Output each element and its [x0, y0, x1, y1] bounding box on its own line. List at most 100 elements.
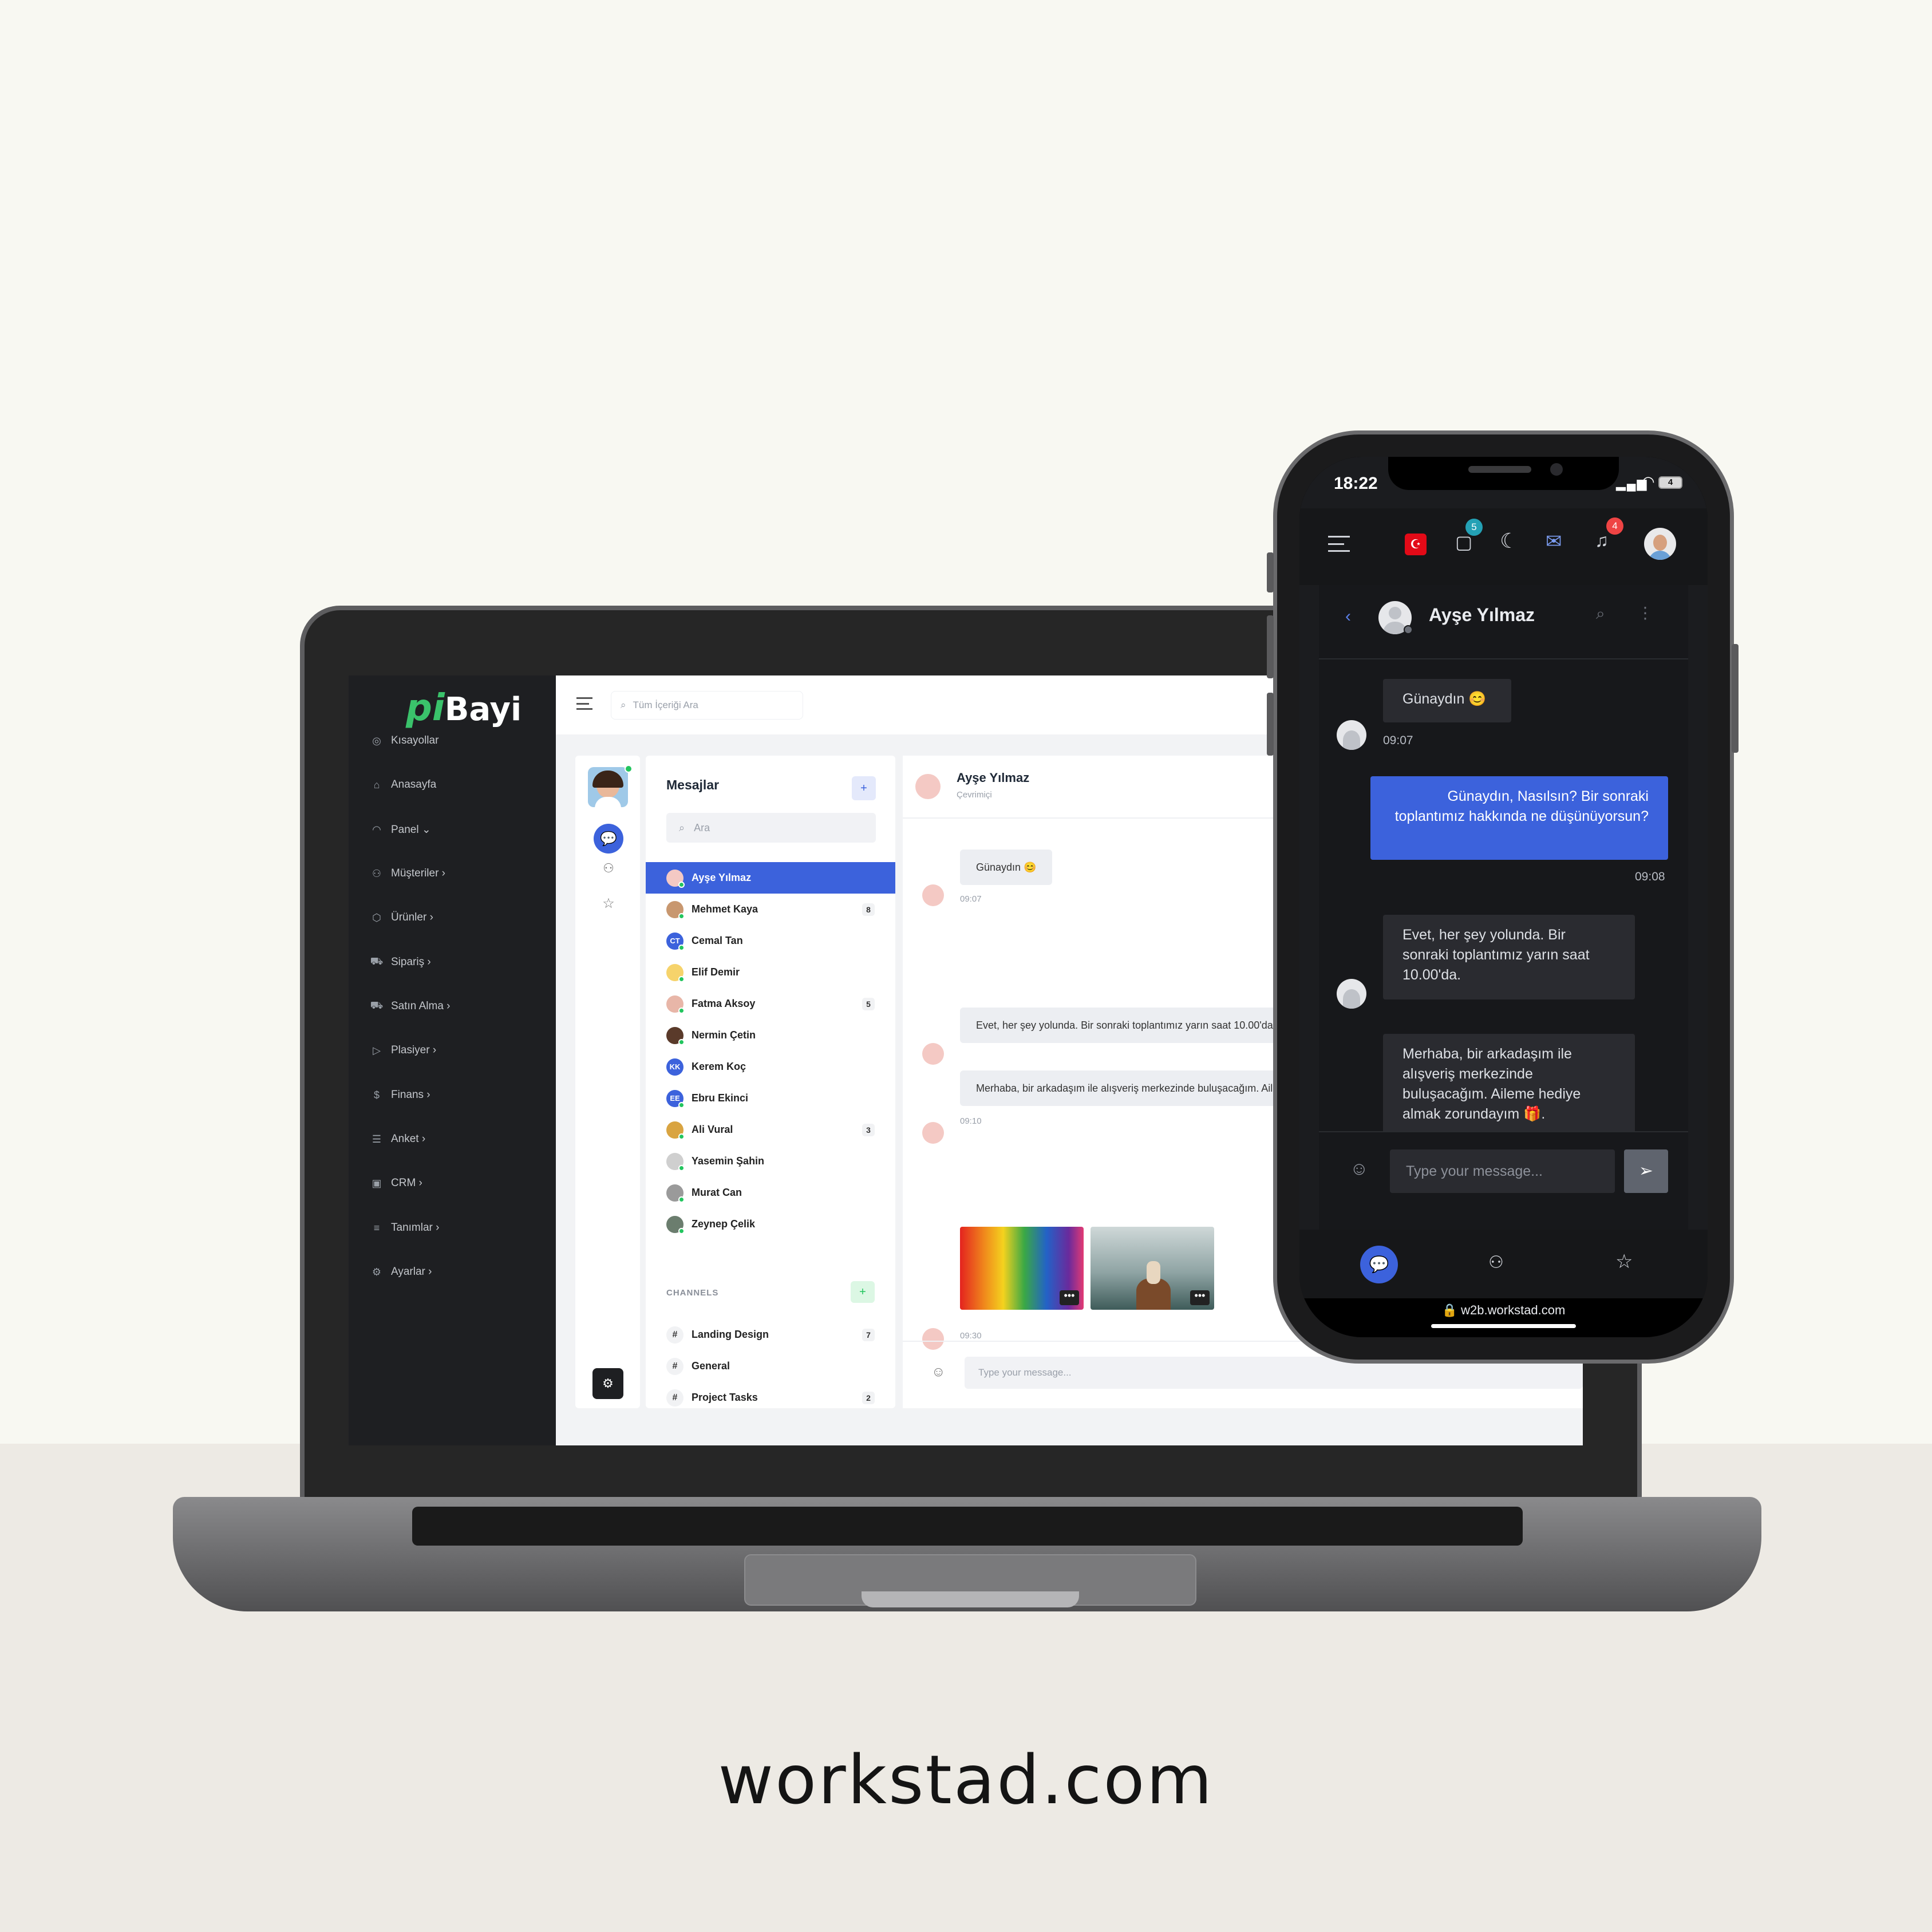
more-vertical-icon[interactable]: ⋮ — [1637, 603, 1653, 622]
back-icon[interactable]: ‹ — [1345, 607, 1351, 626]
more-icon[interactable]: ••• — [1060, 1290, 1079, 1305]
contact-item[interactable]: Yasemin Şahin — [646, 1145, 895, 1177]
channel-item[interactable]: # General — [646, 1350, 895, 1382]
online-dot — [625, 765, 633, 773]
contact-item[interactable]: CT Cemal Tan — [646, 925, 895, 957]
nav-item-siparis[interactable]: ⛟ Sipariş › — [370, 951, 431, 974]
contact-item[interactable]: Elif Demir — [646, 957, 895, 988]
more-icon[interactable]: ••• — [1190, 1290, 1210, 1305]
global-search-input[interactable]: ⌕ Tüm İçeriği Ara — [611, 691, 803, 720]
chat-bubble-icon[interactable]: 💬 — [594, 824, 623, 854]
phone-button — [1267, 615, 1274, 678]
avatar: EE — [666, 1089, 685, 1108]
contact-item[interactable]: KK Kerem Koç — [646, 1051, 895, 1082]
emoji-icon[interactable]: ☺ — [1350, 1158, 1369, 1179]
phone-message-input[interactable]: Type your message... — [1390, 1149, 1615, 1193]
emoji-icon[interactable]: ☺ — [931, 1364, 946, 1380]
star-tab-icon[interactable]: ☆ — [1615, 1250, 1633, 1273]
contact-item[interactable]: Zeynep Çelik — [646, 1208, 895, 1240]
avatar — [666, 1152, 685, 1171]
avatar — [922, 1328, 944, 1350]
laptop-keyboard — [412, 1507, 1523, 1546]
add-channel-button[interactable]: + — [851, 1281, 875, 1303]
phone-button — [1732, 644, 1739, 753]
avatar: KK — [666, 1058, 683, 1076]
cart-badge: 5 — [1465, 519, 1483, 536]
user-avatar[interactable] — [588, 767, 628, 807]
moon-icon[interactable]: ☾ — [1500, 529, 1518, 553]
contacts-icon[interactable]: ⚇ — [600, 861, 617, 877]
contact-item[interactable]: Mehmet Kaya 8 — [646, 894, 895, 925]
box-icon: ⬡ — [372, 911, 381, 923]
status-dot — [1404, 625, 1413, 634]
chat-status: Çevrimiçi — [957, 790, 992, 800]
message-time: 09:07 — [1383, 734, 1413, 747]
message-bubble-outgoing: Günaydın, Nasılsın? Bir sonraki toplantı… — [1370, 776, 1668, 860]
contact-item[interactable]: EE Ebru Ekinci — [646, 1082, 895, 1114]
url-text: 🔒 w2b.workstad.com — [1441, 1303, 1566, 1317]
camera — [1550, 463, 1563, 476]
flag-tr-icon[interactable]: ☪ — [1405, 534, 1427, 555]
nav-item-crm[interactable]: ▣ CRM › — [370, 1172, 422, 1195]
avatar — [1337, 979, 1366, 1009]
chat-rail: 💬 ⚇ ☆ ⚙ — [575, 756, 640, 1408]
contacts-tab-icon[interactable]: ⚇ — [1488, 1253, 1504, 1273]
search-icon: ⌕ — [679, 821, 685, 833]
chat-contact-name: Ayşe Yılmaz — [957, 771, 1030, 785]
channel-item[interactable]: # Project Tasks 2 — [646, 1382, 895, 1413]
list-icon: ☰ — [372, 1133, 382, 1145]
home-indicator — [1431, 1324, 1576, 1328]
nav-item-tanimlar[interactable]: ≡ Tanımlar › — [370, 1216, 440, 1239]
contact-item[interactable]: Fatma Aksoy 5 — [646, 988, 895, 1020]
phone-chat-name: Ayşe Yılmaz — [1429, 605, 1535, 625]
menu-icon[interactable] — [1328, 536, 1350, 552]
bell-icon[interactable]: ♫ — [1595, 530, 1609, 551]
star-icon[interactable]: ☆ — [600, 895, 617, 911]
avatar — [666, 900, 685, 919]
message-time: 09:30 — [960, 1331, 982, 1341]
settings-gear-icon[interactable]: ⚙ — [592, 1368, 623, 1399]
chat-tab-icon[interactable]: 💬 — [1360, 1246, 1398, 1283]
nav-item-musteriler[interactable]: ⚇ Müşteriler › — [370, 862, 445, 885]
nav-item-urunler[interactable]: ⬡ Ürünler › — [370, 906, 433, 929]
profile-avatar[interactable] — [1644, 528, 1676, 560]
dollar-icon: $ — [373, 1089, 380, 1101]
channel-item[interactable]: # Landing Design 7 — [646, 1319, 895, 1350]
unread-count: 3 — [862, 1123, 875, 1136]
status-time: 18:22 — [1334, 474, 1378, 493]
contact-item[interactable]: Ayşe Yılmaz — [646, 862, 895, 894]
unread-count: 5 — [862, 997, 875, 1010]
app-logo[interactable]: piBayi — [406, 687, 521, 730]
nav-item-anasayfa[interactable]: ⌂ Anasayfa — [370, 773, 437, 796]
contact-item[interactable]: Ali Vural 3 — [646, 1114, 895, 1145]
composer-divider — [1319, 1131, 1688, 1132]
briefcase-icon: ▣ — [372, 1177, 382, 1189]
nav-item-anket[interactable]: ☰ Anket › — [370, 1128, 425, 1151]
bulb-icon: ◎ — [372, 734, 381, 746]
nav-item-plasiyer[interactable]: ▷ Plasiyer › — [370, 1039, 436, 1062]
nav-item-ayarlar[interactable]: ⚙ Ayarlar › — [370, 1261, 432, 1283]
nav-item-finans[interactable]: $ Finans › — [370, 1084, 430, 1107]
contact-search-input[interactable]: ⌕ Ara — [666, 813, 876, 843]
image-attachment-paint[interactable]: ••• — [960, 1227, 1084, 1310]
contact-item[interactable]: Murat Can — [646, 1177, 895, 1208]
avatar: CT — [666, 932, 685, 951]
send-icon[interactable]: ➢ — [1624, 1149, 1668, 1193]
avatar — [666, 1121, 685, 1140]
new-message-button[interactable]: + — [852, 776, 876, 800]
mail-icon[interactable]: ✉ — [1546, 530, 1562, 553]
search-icon[interactable]: ⌕ — [1596, 605, 1605, 623]
phone-notch — [1388, 457, 1619, 490]
nav-item-satin-alma[interactable]: ⛟ Satın Alma › — [370, 995, 451, 1018]
nav-item-kisayollar[interactable]: ◎ Kısayollar — [370, 729, 438, 752]
phone-button — [1267, 693, 1274, 756]
header-divider — [1319, 658, 1688, 659]
nav-item-panel[interactable]: ◠ Panel ⌄ — [370, 818, 431, 841]
avatar — [915, 774, 941, 799]
avatar — [666, 995, 685, 1014]
message-bubble: Evet, her şey yolunda. Bir sonraki topla… — [1383, 915, 1635, 999]
image-attachment-lake[interactable]: ••• — [1091, 1227, 1214, 1310]
cart-icon: ⛟ — [370, 955, 384, 967]
menu-toggle-icon[interactable] — [576, 697, 592, 710]
contact-item[interactable]: Nermin Çetin — [646, 1020, 895, 1051]
